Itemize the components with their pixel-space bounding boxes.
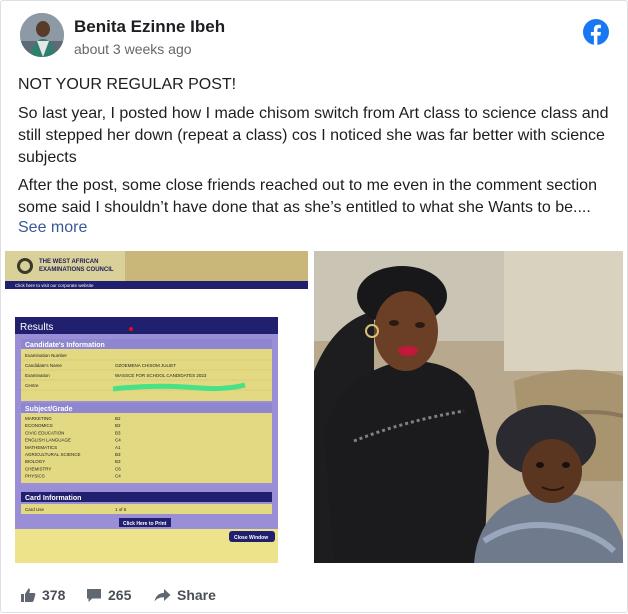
card-info-heading: Card Information bbox=[25, 495, 81, 502]
selfie-image bbox=[314, 251, 623, 563]
post-paragraph: After the post, some close friends reach… bbox=[18, 177, 597, 216]
card-use-value: 1 of 5 bbox=[115, 507, 127, 512]
result-slip-image: THE WEST AFRICAN EXAMINATIONS COUNCIL Cl… bbox=[5, 251, 308, 563]
waec-title-2: EXAMINATIONS COUNCIL bbox=[39, 267, 114, 273]
candidate-field-label: Examination bbox=[25, 373, 50, 378]
candidate-field-label: Candidate's Name bbox=[25, 363, 62, 368]
likes-count-value: 378 bbox=[42, 587, 66, 603]
subject-name: CHEMISTRY bbox=[25, 466, 51, 471]
share-arrow-icon bbox=[154, 588, 171, 602]
comment-icon bbox=[86, 588, 102, 603]
share-label: Share bbox=[177, 587, 216, 603]
subject-name: MATHEMATICS bbox=[25, 445, 57, 450]
avatar-photo bbox=[20, 13, 64, 57]
likes-count[interactable]: 378 bbox=[20, 587, 65, 603]
subject-grade: C4 bbox=[115, 474, 121, 479]
thumbs-up-icon bbox=[20, 587, 36, 603]
waec-title-1: THE WEST AFRICAN bbox=[39, 259, 98, 265]
close-window-button[interactable]: Close Window bbox=[234, 535, 268, 541]
subject-name: AGRICULTURAL SCIENCE bbox=[25, 452, 81, 457]
subject-grade: B3 bbox=[115, 452, 121, 457]
candidate-field-value: OZOEMENA CHISOM JULIET bbox=[115, 363, 176, 368]
subject-grade: C6 bbox=[115, 466, 121, 471]
facebook-icon[interactable] bbox=[583, 19, 609, 45]
candidate-field-label: Centre bbox=[25, 383, 39, 388]
subject-grade: B3 bbox=[115, 459, 121, 464]
corporate-website-link[interactable]: Click here to visit our corporate websit… bbox=[15, 283, 94, 288]
subject-grade: B3 bbox=[115, 430, 121, 435]
subject-name: CIVIC EDUCATION bbox=[25, 430, 64, 435]
candidate-field-value: WASSCE FOR SCHOOL CANDIDATES 2023 bbox=[115, 373, 207, 378]
facebook-post-card: Benita Ezinne Ibeh about 3 weeks ago NOT… bbox=[0, 0, 628, 613]
subject-name: ECONOMICS bbox=[25, 423, 53, 428]
comments-count[interactable]: 265 bbox=[86, 587, 131, 603]
selfie-photo[interactable] bbox=[314, 251, 623, 563]
result-slip-photo[interactable]: THE WEST AFRICAN EXAMINATIONS COUNCIL Cl… bbox=[5, 251, 308, 563]
subject-name: ENGLISH LANGUAGE bbox=[25, 438, 71, 443]
subject-name: MARKETING bbox=[25, 416, 52, 421]
results-heading: Results bbox=[20, 322, 53, 333]
subject-grade: B2 bbox=[115, 423, 121, 428]
subject-grade: C4 bbox=[115, 438, 121, 443]
subject-name: BIOLOGY bbox=[25, 459, 45, 464]
author-avatar[interactable] bbox=[20, 13, 64, 57]
candidate-info-heading: Candidate's Information bbox=[25, 342, 105, 349]
post-headline: NOT YOUR REGULAR POST! bbox=[18, 76, 237, 93]
candidate-field-label: Examination Number bbox=[25, 353, 68, 358]
subject-grade: B2 bbox=[115, 416, 121, 421]
see-more-link[interactable]: See more bbox=[18, 219, 87, 237]
post-actions: 378 265 Share bbox=[1, 578, 627, 614]
print-button[interactable]: Click Here to Print bbox=[123, 521, 167, 527]
post-timestamp[interactable]: about 3 weeks ago bbox=[74, 41, 192, 57]
subject-name: PHYSICS bbox=[25, 474, 45, 479]
comments-count-value: 265 bbox=[108, 587, 132, 603]
card-use-label: Card Use bbox=[25, 507, 45, 512]
subject-grade-heading: Subject/Grade bbox=[25, 406, 73, 413]
post-paragraph: So last year, I posted how I made chisom… bbox=[18, 105, 609, 166]
author-name[interactable]: Benita Ezinne Ibeh bbox=[74, 17, 225, 37]
subject-grade: A1 bbox=[115, 445, 121, 450]
share-button[interactable]: Share bbox=[154, 587, 216, 603]
